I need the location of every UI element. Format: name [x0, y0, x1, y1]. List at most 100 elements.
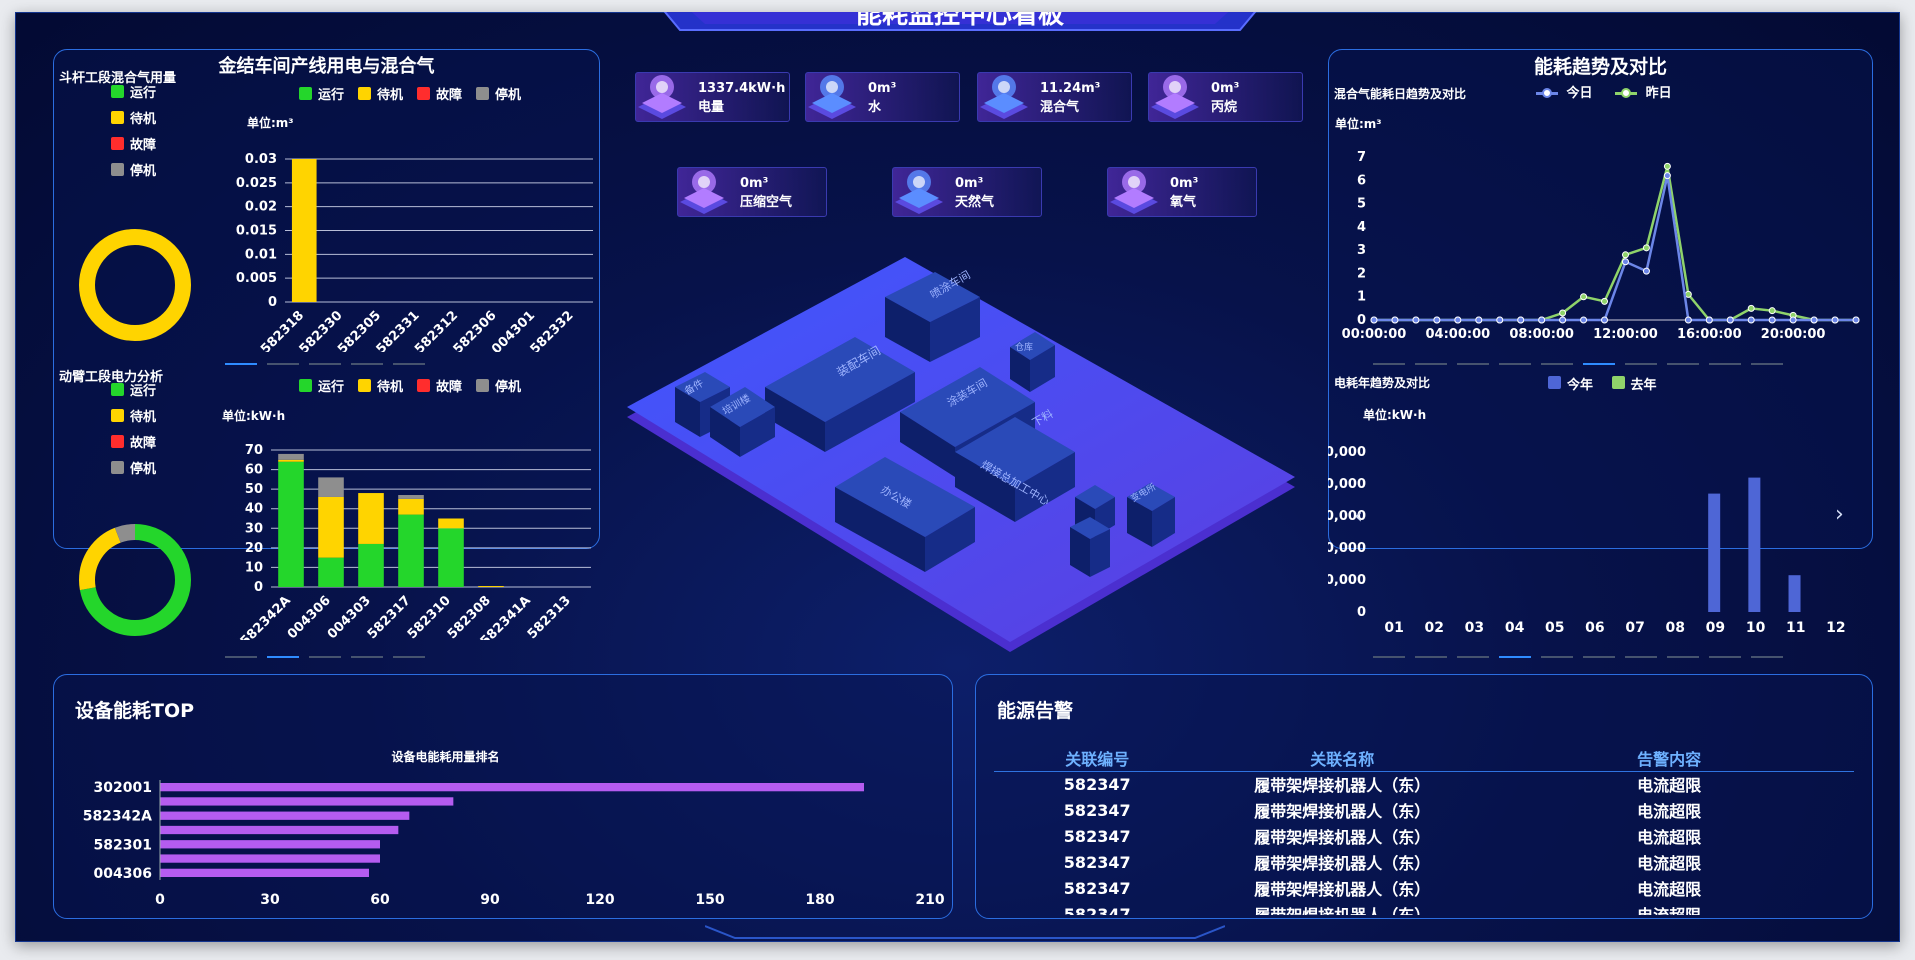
bar-segment — [278, 453, 304, 460]
x-tick-label: 11 — [1786, 620, 1805, 636]
pager-dot[interactable] — [309, 655, 341, 658]
pager-dot[interactable] — [1499, 655, 1531, 658]
energy-card[interactable]: 0m³ 天然气 — [892, 167, 1042, 217]
pager-dot[interactable] — [1373, 655, 1405, 658]
energy-card[interactable]: 11.24m³ 混合气 — [977, 72, 1132, 122]
pager-dot[interactable] — [309, 362, 341, 365]
pager-dot[interactable] — [1709, 362, 1741, 365]
x-tick-label: 04 — [1505, 620, 1525, 636]
energy-card[interactable]: 1337.4kW·h 电量 — [635, 72, 790, 122]
legend-swatch — [299, 87, 312, 100]
next-arrow-icon[interactable]: › — [1835, 502, 1844, 527]
legend-item: 故障 — [111, 130, 156, 156]
donut-legend-2: 运行 待机 故障 停机 — [111, 376, 156, 480]
legend-label: 运行 — [318, 380, 345, 395]
y-tick-label: 4 — [1357, 220, 1366, 235]
bar — [160, 825, 399, 835]
table-row[interactable]: 582347履带架焊接机器人（东）电流超限 — [994, 771, 1854, 797]
pager-dot[interactable] — [1541, 655, 1573, 658]
legend-label: 停机 — [130, 461, 157, 477]
pager-dot[interactable] — [393, 655, 425, 658]
x-tick-label: 30 — [260, 892, 280, 908]
pager-dot[interactable] — [1667, 362, 1699, 365]
table-cell: 电流超限 — [1637, 828, 1702, 847]
legend-item: 运行 — [299, 376, 344, 395]
table-row[interactable]: 582347履带架焊接机器人（东）电流超限 — [994, 823, 1854, 849]
energy-card[interactable]: 0m³ 丙烷 — [1148, 72, 1303, 122]
legend-last-year-label: 去年 — [1630, 378, 1657, 393]
legend-swatch — [111, 434, 124, 448]
legend-yesterday-label: 昨日 — [1645, 86, 1672, 101]
energy-card[interactable]: 0m³ 水 — [805, 72, 960, 122]
pager-dot[interactable] — [225, 362, 257, 365]
compressed-air-icon — [680, 170, 728, 214]
donut-legend-1: 运行 待机 故障 停机 — [111, 78, 156, 182]
table-row[interactable]: 582347履带架焊接机器人（东）电流超限 — [994, 797, 1854, 823]
pager-dot[interactable] — [1415, 362, 1447, 365]
energy-label: 氧气 — [1170, 195, 1197, 210]
energy-card[interactable]: 0m³ 压缩空气 — [677, 167, 827, 217]
table-row[interactable]: 582347履带架焊接机器人（东）电流超限 — [994, 901, 1854, 916]
section-title-gas-trend: 混合气能耗日趋势及对比 — [1334, 87, 1467, 101]
pager-dot[interactable] — [267, 362, 299, 365]
legend-label: 停机 — [495, 380, 522, 395]
energy-alarm-title: 能源告警 — [997, 700, 1074, 722]
x-tick-label: 09 — [1706, 620, 1725, 636]
pager-dot[interactable] — [351, 362, 383, 365]
pager-dot[interactable] — [1457, 655, 1489, 658]
data-point — [1831, 316, 1839, 324]
pager-dot[interactable] — [1457, 362, 1489, 365]
y-tick-label: 70 — [245, 443, 263, 458]
pager-dot[interactable] — [1751, 655, 1783, 658]
legend-swatch — [476, 379, 490, 392]
x-tick-label: 08 — [1666, 620, 1685, 636]
data-point — [1768, 307, 1776, 315]
legend-label: 运行 — [318, 88, 345, 103]
bar — [1788, 575, 1801, 612]
bar-legend-2: 运行 待机 故障 停机 — [299, 376, 535, 396]
pager-dot[interactable] — [1373, 362, 1405, 365]
table-cell: 电流超限 — [1637, 880, 1702, 899]
pager-dot[interactable] — [351, 655, 383, 658]
table-row[interactable]: 582347履带架焊接机器人（东）电流超限 — [994, 875, 1854, 901]
data-point — [1580, 316, 1588, 324]
energy-card[interactable]: 0m³ 氧气 — [1107, 167, 1257, 217]
pager-dot[interactable] — [1625, 362, 1657, 365]
pager-dot[interactable] — [1625, 655, 1657, 658]
table-cell: 582347 — [1063, 800, 1131, 820]
y-tick-label: 60 — [245, 463, 263, 478]
legend-swatch — [358, 379, 372, 392]
pager-dot[interactable] — [267, 655, 299, 658]
pager-dot[interactable] — [1667, 655, 1699, 658]
pager-dot[interactable] — [225, 655, 257, 658]
bar — [160, 797, 454, 806]
x-tick-label: 02 — [1425, 620, 1444, 636]
pager-dot[interactable] — [1415, 655, 1447, 658]
y-tick-label: 0 — [1357, 313, 1366, 328]
y-tick-label: 0.01 — [245, 247, 277, 262]
y-tick-label: 40,000 — [1328, 477, 1366, 492]
legend-item: 运行 — [299, 84, 344, 103]
series-line — [1374, 175, 1856, 322]
pager-dot[interactable] — [1583, 362, 1615, 365]
building-label: 仓库 — [1015, 341, 1033, 353]
pager-dot[interactable] — [393, 362, 425, 365]
legend-label: 停机 — [130, 163, 157, 179]
pager-dot[interactable] — [1499, 362, 1531, 365]
column-header: 关联编号 — [994, 745, 1201, 772]
prev-arrow-icon[interactable]: ‹ — [1354, 504, 1363, 529]
pager-dot[interactable] — [1583, 655, 1615, 658]
gas-daily-line-chart: 0 1 2 3 4 5 6 7 00:00:00 04:00:00 08:00:00 12:00:00… — [1342, 150, 1860, 342]
pager-dot[interactable] — [1751, 362, 1783, 365]
legend-today-label: 今日 — [1566, 86, 1593, 101]
y-tick-label: 10,000 — [1328, 573, 1366, 588]
data-point — [1538, 316, 1546, 324]
table-row[interactable]: 582347履带架焊接机器人（东）电流超限 — [994, 849, 1854, 875]
power-yearly-legend: 今年 去年 — [1548, 374, 1657, 393]
pager-dot[interactable] — [1541, 362, 1573, 365]
x-tick-label: 120 — [585, 892, 614, 908]
y-tick-label: 0 — [1357, 605, 1366, 620]
pager-dot[interactable] — [1709, 655, 1741, 658]
y-tick-label: 0.03 — [245, 152, 277, 167]
pager-2 — [225, 646, 435, 665]
